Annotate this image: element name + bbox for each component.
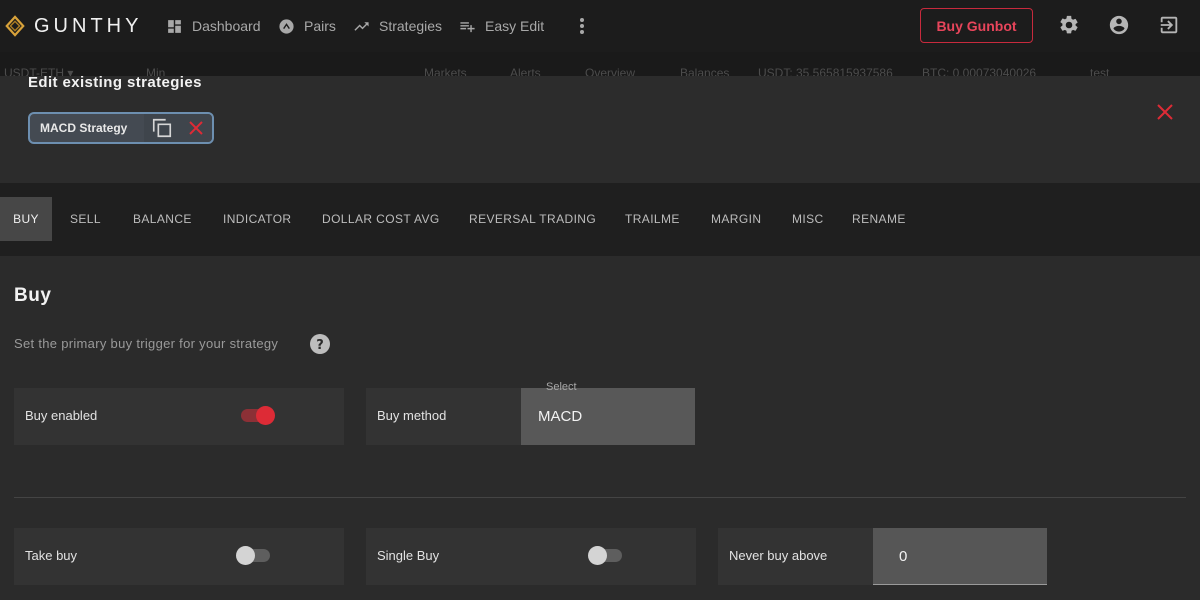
- never-buy-above-label: Never buy above: [729, 548, 828, 563]
- logout-icon[interactable]: [1158, 14, 1180, 36]
- nav-strategies-label: Strategies: [379, 18, 443, 34]
- brand-name: GUNTHY: [34, 14, 143, 37]
- strategy-tabs: BUY SELL BALANCE INDICATOR DOLLAR COST A…: [0, 183, 1200, 256]
- brand[interactable]: GUNTHY: [4, 13, 142, 39]
- ghost-test: test: [1090, 66, 1110, 76]
- toggle-thumb: [588, 546, 607, 565]
- ghost-balances: Balances: [680, 66, 730, 76]
- tab-balance[interactable]: BALANCE: [133, 197, 192, 241]
- never-buy-above-input[interactable]: [873, 528, 1047, 584]
- nav-pairs-label: Pairs: [304, 18, 336, 34]
- gunthy-logo-icon: [5, 15, 25, 37]
- dashboard-icon: [168, 19, 181, 33]
- ghost-markets: Markets: [424, 66, 467, 76]
- panel-title: Edit existing strategies: [28, 74, 202, 91]
- buy-enabled-card: Buy enabled: [14, 388, 344, 445]
- tab-trailme[interactable]: TRAILME: [625, 197, 680, 241]
- copy-icon[interactable]: [151, 117, 173, 139]
- buy-method-select[interactable]: MACD: [521, 388, 695, 445]
- section-divider: [14, 497, 1186, 498]
- toggle-thumb: [256, 406, 275, 425]
- tab-rename[interactable]: RENAME: [852, 197, 906, 241]
- close-icon[interactable]: [1156, 103, 1174, 121]
- ghost-usdt-balance: USDT: 35.565815937586: [758, 66, 893, 76]
- help-icon[interactable]: ?: [310, 334, 330, 354]
- gear-icon[interactable]: [1058, 14, 1080, 36]
- single-buy-card: Single Buy: [366, 528, 696, 585]
- pairs-icon: [279, 18, 294, 34]
- never-buy-above-field[interactable]: [873, 528, 1047, 585]
- buy-method-value: MACD: [538, 408, 583, 425]
- buy-method-card: Buy method: [366, 388, 521, 445]
- ghost-overview: Overview: [585, 66, 636, 76]
- tab-buy[interactable]: BUY: [0, 197, 52, 241]
- section-subtitle: Set the primary buy trigger for your str…: [14, 336, 279, 351]
- more-menu-button[interactable]: [572, 14, 592, 38]
- tab-margin[interactable]: MARGIN: [711, 197, 761, 241]
- toggle-thumb: [236, 546, 255, 565]
- strategy-chip[interactable]: MACD Strategy: [28, 112, 214, 144]
- nav-easy-edit[interactable]: Easy Edit: [459, 14, 544, 38]
- trending-up-icon: [354, 21, 369, 31]
- section-title: Buy: [14, 285, 52, 306]
- delete-icon[interactable]: [187, 119, 205, 137]
- single-buy-toggle[interactable]: [588, 546, 624, 566]
- buy-gunbot-button[interactable]: Buy Gunbot: [920, 8, 1033, 43]
- background-toolbar: USDT-ETH ▾ Min Markets Alerts Overview B…: [0, 52, 1200, 76]
- buy-method-label: Buy method: [377, 408, 447, 423]
- single-buy-label: Single Buy: [377, 548, 440, 563]
- tab-indicator[interactable]: INDICATOR: [223, 197, 292, 241]
- tab-sell[interactable]: SELL: [70, 197, 101, 241]
- take-buy-card: Take buy: [14, 528, 344, 585]
- svg-text:?: ?: [316, 338, 324, 353]
- never-buy-above-card: Never buy above: [718, 528, 873, 585]
- tab-dollar-cost-avg[interactable]: DOLLAR COST AVG: [322, 197, 440, 241]
- tab-reversal-trading[interactable]: REVERSAL TRADING: [469, 197, 596, 241]
- nav-dashboard-label: Dashboard: [192, 18, 261, 34]
- buy-enabled-label: Buy enabled: [25, 408, 98, 423]
- nav-dashboard[interactable]: Dashboard: [166, 14, 261, 38]
- strategy-chip-label: MACD Strategy: [40, 121, 128, 135]
- nav-easy-edit-label: Easy Edit: [485, 18, 545, 34]
- nav-strategies[interactable]: Strategies: [353, 14, 442, 38]
- ghost-btc-balance: BTC: 0.00073040026: [922, 66, 1037, 76]
- tab-misc[interactable]: MISC: [792, 197, 824, 241]
- account-icon[interactable]: [1108, 14, 1130, 36]
- top-navbar: GUNTHY Dashboard Pairs Strategies Easy E…: [0, 0, 1200, 52]
- strategies-panel-header: Edit existing strategies MACD Strategy: [0, 74, 1200, 183]
- buy-enabled-toggle[interactable]: [239, 406, 275, 426]
- take-buy-label: Take buy: [25, 548, 78, 563]
- strategy-chip-actions: [144, 114, 212, 142]
- more-vert-icon: [580, 18, 584, 34]
- take-buy-toggle[interactable]: [236, 546, 272, 566]
- playlist-add-icon: [460, 21, 475, 32]
- ghost-alerts: Alerts: [510, 66, 541, 76]
- nav-pairs[interactable]: Pairs: [278, 14, 336, 38]
- buy-method-caption: Select: [546, 381, 577, 393]
